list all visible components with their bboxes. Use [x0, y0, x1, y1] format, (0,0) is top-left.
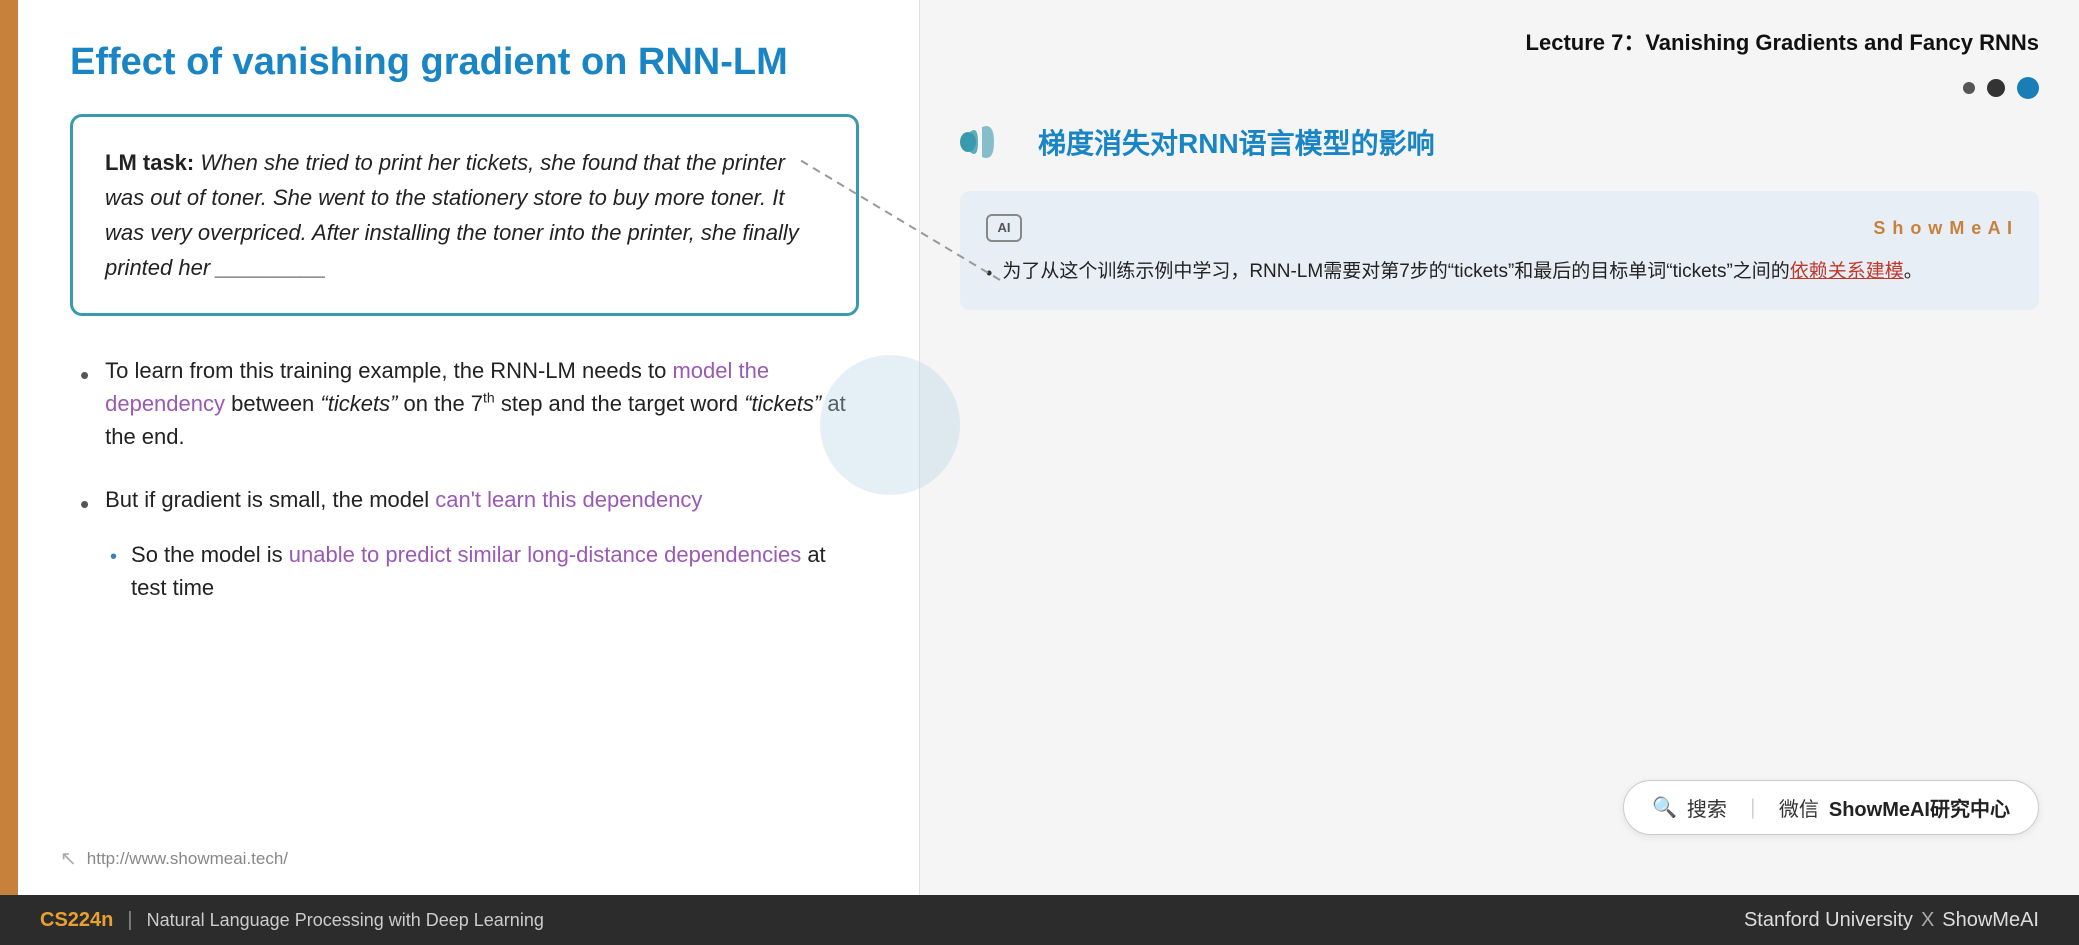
- bullets: • To learn from this training example, t…: [80, 354, 859, 604]
- dot-1: [1963, 82, 1975, 94]
- search-box[interactable]: 🔍 搜索 ｜ 微信 ShowMeAI研究中心: [1623, 780, 2039, 835]
- bottom-bar: CS224n | Natural Language Processing wit…: [0, 895, 2079, 945]
- ai-box-red-text: 依赖关系建模: [1790, 261, 1904, 282]
- showmeai-bottom-label: ShowMeAI: [1942, 909, 2039, 932]
- ai-box-bullet: •: [986, 258, 992, 289]
- dot-2: [1987, 79, 2005, 97]
- x-separator: X: [1921, 909, 1934, 932]
- cursor-icon: ↖: [60, 846, 77, 871]
- search-divider: ｜: [1743, 793, 1763, 822]
- wave-icon: [960, 117, 1020, 167]
- dot-3: [2017, 77, 2039, 99]
- circle-decoration: [820, 355, 960, 495]
- slide-footer: ↖ http://www.showmeai.tech/: [60, 846, 288, 871]
- slide-title: Effect of vanishing gradient on RNN-LM: [70, 40, 859, 86]
- sub-bullet-text: So the model is unable to predict simila…: [131, 538, 859, 604]
- bottom-left: CS224n | Natural Language Processing wit…: [40, 909, 544, 932]
- slide-left-bar: [0, 0, 18, 895]
- chinese-title-area: 梯度消失对RNN语言模型的影响: [960, 117, 2039, 167]
- superscript: th: [483, 390, 495, 406]
- bullet-item-2: • But if gradient is small, the model ca…: [80, 483, 859, 604]
- ai-annotation-box: AI S h o w M e A I • 为了从这个训练示例中学习，RNN-LM…: [960, 191, 2039, 310]
- lm-task-label: LM task:: [105, 150, 194, 175]
- stanford-label: Stanford University: [1744, 909, 1913, 932]
- showmeai-label: S h o w M e A I: [1873, 213, 2013, 244]
- bullet-dot-2: •: [80, 485, 89, 524]
- lm-task-text: When she tried to print her tickets, she…: [105, 150, 799, 281]
- ai-box-header: AI S h o w M e A I: [986, 213, 2013, 244]
- search-text-before: 搜索: [1687, 793, 1727, 822]
- sub-bullet-dot: •: [110, 542, 117, 572]
- search-brand: ShowMeAI研究中心: [1829, 793, 2010, 822]
- search-icon: 🔍: [1652, 795, 1677, 820]
- cs224n-label: CS224n: [40, 909, 113, 932]
- ai-box-content: • 为了从这个训练示例中学习，RNN-LM需要对第7步的“tickets”和最后…: [986, 256, 2013, 289]
- bottom-right: Stanford University X ShowMeAI: [1744, 909, 2039, 932]
- footer-url: http://www.showmeai.tech/: [87, 849, 288, 869]
- bullet-item-1: • To learn from this training example, t…: [80, 354, 859, 453]
- bullet-2-text: But if gradient is small, the model can'…: [105, 483, 702, 516]
- sub-bullet-purple: unable to predict similar long-distance …: [289, 542, 801, 567]
- sub-bullet: • So the model is unable to predict simi…: [110, 538, 859, 604]
- lecture-title: Lecture 7：Vanishing Gradients and Fancy …: [960, 25, 2039, 57]
- ai-box-text: 为了从这个训练示例中学习，RNN-LM需要对第7步的“tickets”和最后的目…: [1002, 256, 1923, 288]
- search-wechat: 微信: [1779, 793, 1819, 822]
- bottom-separator: |: [127, 909, 132, 932]
- dots-row: [960, 77, 2039, 99]
- bullet-2-purple: can't learn this dependency: [435, 487, 702, 512]
- slide-panel: Effect of vanishing gradient on RNN-LM L…: [0, 0, 920, 895]
- bullet-1-text: To learn from this training example, the…: [105, 354, 859, 453]
- bullet-dot-1: •: [80, 356, 89, 395]
- bottom-subtitle: Natural Language Processing with Deep Le…: [147, 910, 544, 931]
- lm-task-box: LM task: When she tried to print her tic…: [70, 114, 859, 317]
- chinese-title: 梯度消失对RNN语言模型的影响: [1038, 122, 1435, 162]
- right-panel: Lecture 7：Vanishing Gradients and Fancy …: [920, 0, 2079, 895]
- ai-icon: AI: [986, 214, 1022, 242]
